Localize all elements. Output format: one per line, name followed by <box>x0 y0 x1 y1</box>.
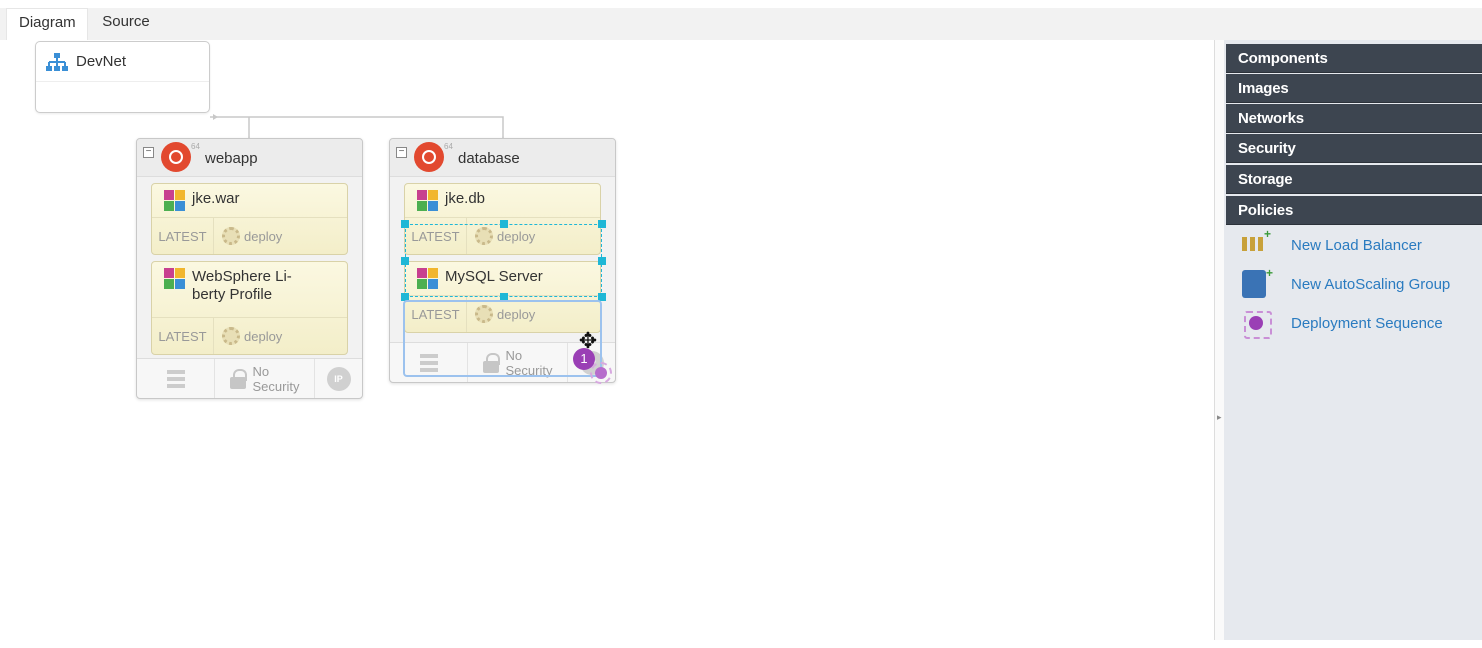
component-process[interactable]: deploy <box>214 218 282 254</box>
component-name: WebSphere Li- berty Profile <box>192 268 292 303</box>
resize-handle[interactable] <box>401 257 409 265</box>
policy-deployment-sequence[interactable]: Deployment Sequence <box>1240 308 1443 339</box>
palette-section-images[interactable]: Images <box>1226 74 1482 103</box>
network-icon <box>46 52 68 71</box>
gear-icon <box>222 327 240 345</box>
policy-label: New Load Balancer <box>1291 236 1422 254</box>
network-node-header: DevNet <box>36 42 209 82</box>
policy-label: New AutoScaling Group <box>1291 275 1451 293</box>
storage-slot[interactable] <box>137 359 215 398</box>
component-name: jke.db <box>445 190 486 207</box>
resize-handle[interactable] <box>598 220 606 228</box>
palette-section-storage[interactable]: Storage <box>1226 165 1482 194</box>
component-version[interactable]: LATEST <box>152 318 214 354</box>
palette-section-policies[interactable]: Policies <box>1226 196 1482 225</box>
resize-handle[interactable] <box>598 257 606 265</box>
drop-target-highlight <box>403 300 602 377</box>
panel-splitter[interactable]: ▸ <box>1214 40 1224 640</box>
lock-icon <box>229 368 247 389</box>
network-label: DevNet <box>76 53 127 70</box>
ip-slot[interactable]: IP <box>315 359 362 398</box>
sequence-anchor-icon[interactable] <box>590 362 612 384</box>
ip-icon: IP <box>326 366 351 391</box>
security-label: No Security <box>252 363 300 394</box>
collapse-icon[interactable]: − <box>396 147 407 158</box>
palette-panel: Components Images Networks Security Stor… <box>1224 40 1482 640</box>
vm-footer: No Security IP <box>137 358 362 398</box>
load-balancer-icon <box>1240 227 1274 259</box>
collapse-icon[interactable]: − <box>143 147 154 158</box>
tab-diagram[interactable]: Diagram <box>6 8 88 40</box>
resize-handle[interactable] <box>500 220 508 228</box>
ubuntu-icon <box>414 142 444 172</box>
policy-new-autoscaling-group[interactable]: New AutoScaling Group <box>1240 266 1451 299</box>
component-icon <box>417 190 439 212</box>
component-icon <box>164 268 186 290</box>
palette-section-security[interactable]: Security <box>1226 134 1482 163</box>
resize-handle[interactable] <box>401 220 409 228</box>
vm-header: − 64 database <box>390 139 615 177</box>
component-name: jke.war <box>192 190 240 207</box>
tab-source[interactable]: Source <box>90 8 162 40</box>
os-bits: 64 <box>191 142 200 151</box>
vm-title: database <box>458 150 520 167</box>
os-bits: 64 <box>444 142 453 151</box>
component-footer: LATEST deploy <box>152 218 347 254</box>
selection-outline <box>401 220 606 301</box>
palette-section-networks[interactable]: Networks <box>1226 104 1482 133</box>
deployment-sequence-icon <box>1240 309 1274 339</box>
collapse-arrow-icon[interactable]: ▸ <box>1217 412 1222 423</box>
process-label: deploy <box>244 328 283 344</box>
component-process[interactable]: deploy <box>214 318 282 354</box>
component-header: jke.db <box>405 184 600 218</box>
component-icon <box>164 190 186 212</box>
component-footer: LATEST deploy <box>152 318 347 354</box>
palette-section-components[interactable]: Components <box>1226 44 1482 73</box>
vm-title: webapp <box>205 150 258 167</box>
tab-bar: Diagram Source <box>0 8 1482 40</box>
vm-node-webapp[interactable]: − 64 webapp jke.war LATEST deploy WebSph… <box>136 138 363 399</box>
component-websphere-liberty[interactable]: WebSphere Li- berty Profile LATEST deplo… <box>151 261 348 355</box>
gear-icon <box>222 227 240 245</box>
component-header: WebSphere Li- berty Profile <box>152 262 347 318</box>
move-cursor-icon: ✥ <box>578 328 598 353</box>
policy-label: Deployment Sequence <box>1291 314 1443 332</box>
autoscaling-group-icon <box>1240 266 1274 298</box>
process-label: deploy <box>244 228 283 244</box>
vm-header: − 64 webapp <box>137 139 362 177</box>
ubuntu-icon <box>161 142 191 172</box>
network-node-devnet[interactable]: DevNet <box>35 41 210 113</box>
policy-new-load-balancer[interactable]: New Load Balancer <box>1240 227 1422 260</box>
security-slot[interactable]: No Security <box>215 359 315 398</box>
component-jke-war[interactable]: jke.war LATEST deploy <box>151 183 348 255</box>
storage-icon <box>166 369 185 388</box>
component-header: jke.war <box>152 184 347 218</box>
component-version[interactable]: LATEST <box>152 218 214 254</box>
